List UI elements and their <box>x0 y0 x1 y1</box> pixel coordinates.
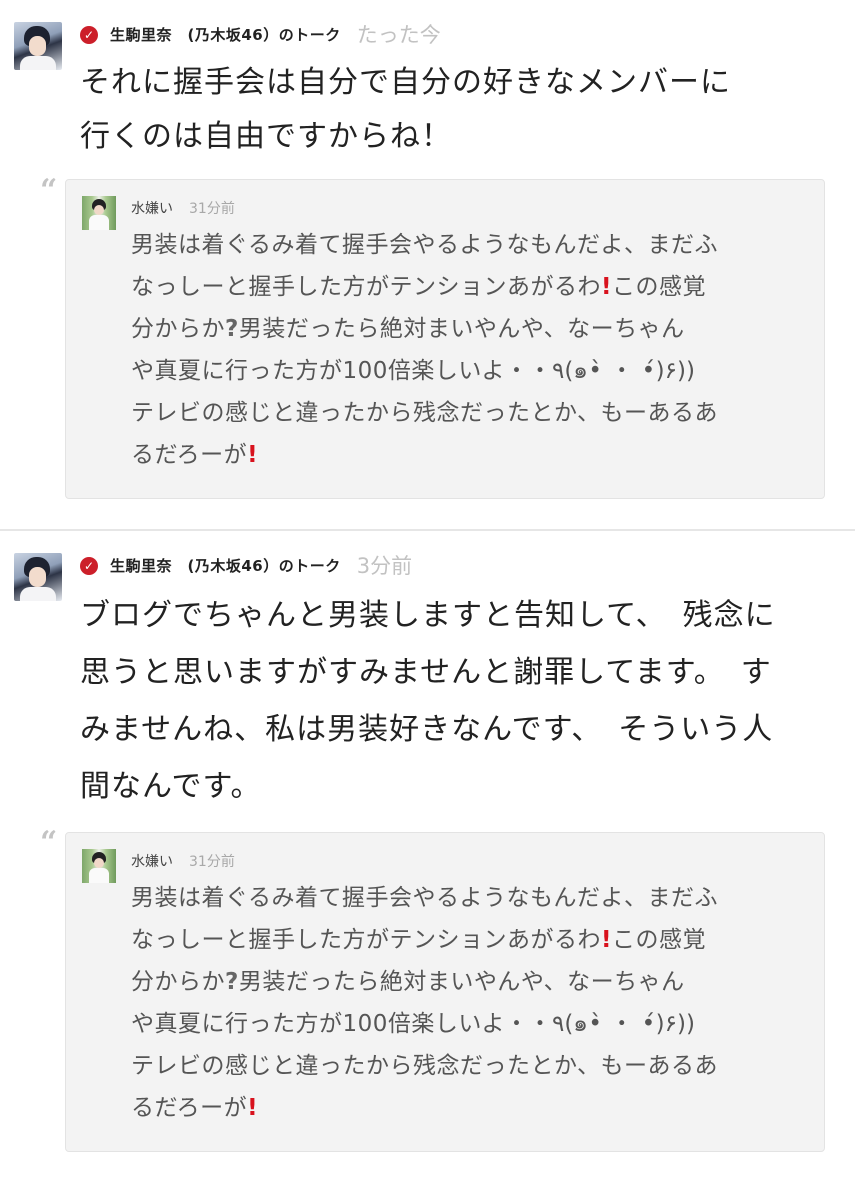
quoted-text: 男装は着ぐるみ着て握手会やるようなもんだよ、まだふ なっしーと握手した方がテンシ… <box>131 877 811 1129</box>
exclamation-icon: ! <box>247 1095 259 1121</box>
quoted-line: なっしーと握手した方がテンションあがるわ!この感覚 <box>131 274 706 300</box>
quoted-line: テレビの感じと違ったから残念だったとか、もーあるあ <box>131 1053 719 1079</box>
quoted-text: 男装は着ぐるみ着て握手会やるようなもんだよ、まだふ なっしーと握手した方がテンシ… <box>131 224 811 476</box>
avatar[interactable] <box>14 22 62 70</box>
author-talk-link[interactable]: 生駒里奈 (乃木坂46）のトーク <box>110 24 341 45</box>
quoted-author-name[interactable]: 水嫌い <box>131 851 173 871</box>
quoted-line: なっしーと握手した方がテンションあがるわ!この感覚 <box>131 927 706 953</box>
quote-mark-icon: “ <box>40 825 58 860</box>
quoted-line: テレビの感じと違ったから残念だったとか、もーあるあ <box>131 400 719 426</box>
quoted-avatar[interactable] <box>82 849 116 883</box>
author-talk-link[interactable]: 生駒里奈 (乃木坂46）のトーク <box>110 555 341 576</box>
quoted-avatar[interactable] <box>82 196 116 230</box>
quoted-header: 水嫌い 31分前 <box>131 198 235 218</box>
post-timestamp: 3分前 <box>356 554 413 578</box>
question-icon: ? <box>225 316 239 342</box>
post-header: ✓ 生駒里奈 (乃木坂46）のトーク 3分前 <box>80 551 412 579</box>
quoted-line: 男装は着ぐるみ着て握手会やるようなもんだよ、まだふ <box>131 885 719 911</box>
quote-mark-icon: “ <box>40 173 58 208</box>
quoted-line: 分からか?男装だったら絶対まいやんや、なーちゃん <box>131 969 685 995</box>
exclamation-icon: ! <box>601 274 612 300</box>
quoted-comment[interactable]: 水嫌い 31分前 男装は着ぐるみ着て握手会やるようなもんだよ、まだふ なっしーと… <box>65 179 825 499</box>
post-body: ブログでちゃんと男装しますと告知して、 残念に 思うと思いますがすみませんと謝罪… <box>80 598 776 804</box>
exclamation-icon: ! <box>601 927 612 953</box>
exclamation-icon: ! <box>247 442 259 468</box>
post-header: ✓ 生駒里奈 (乃木坂46）のトーク たった今 <box>80 20 441 48</box>
quoted-line: 男装は着ぐるみ着て握手会やるようなもんだよ、まだふ <box>131 232 719 258</box>
quoted-line: や真夏に行った方が100倍楽しいよ・・٩(๑•̀ ・ •́)۶)) <box>131 1011 695 1037</box>
post-body: それに握手会は自分で自分の好きなメンバーに 行くのは自由ですからね！ <box>80 65 731 154</box>
talk-post: ✓ 生駒里奈 (乃木坂46）のトーク たった今 それに握手会は自分で自分の好きな… <box>0 0 855 530</box>
check-badge-icon: ✓ <box>80 557 98 575</box>
quoted-author-name[interactable]: 水嫌い <box>131 198 173 218</box>
quoted-timestamp: 31分前 <box>189 201 235 217</box>
talk-post: ✓ 生駒里奈 (乃木坂46）のトーク 3分前 ブログでちゃんと男装しますと告知し… <box>0 531 855 1189</box>
avatar[interactable] <box>14 553 62 601</box>
post-timestamp: たった今 <box>356 23 441 47</box>
quoted-line: 分からか?男装だったら絶対まいやんや、なーちゃん <box>131 316 685 342</box>
quoted-header: 水嫌い 31分前 <box>131 851 235 871</box>
quoted-line: るだろーが! <box>131 1095 259 1121</box>
quoted-comment[interactable]: 水嫌い 31分前 男装は着ぐるみ着て握手会やるようなもんだよ、まだふ なっしーと… <box>65 832 825 1152</box>
check-badge-icon: ✓ <box>80 26 98 44</box>
quoted-timestamp: 31分前 <box>189 854 235 870</box>
quoted-line: るだろーが! <box>131 442 259 468</box>
question-icon: ? <box>225 969 239 995</box>
quoted-line: や真夏に行った方が100倍楽しいよ・・٩(๑•̀ ・ •́)۶)) <box>131 358 695 384</box>
